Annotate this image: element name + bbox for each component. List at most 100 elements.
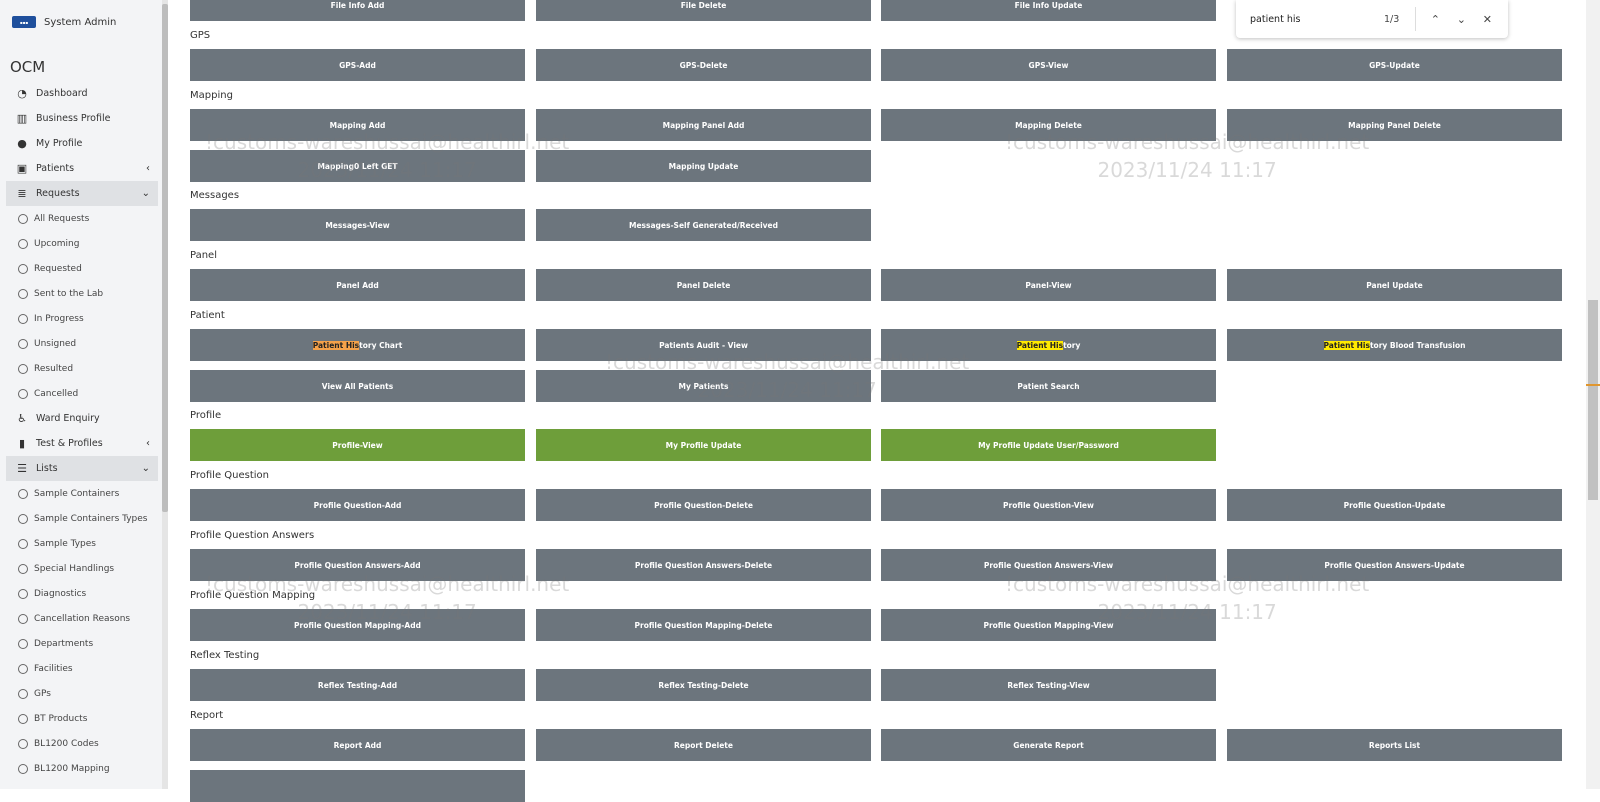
report-add-button[interactable]: Report Add bbox=[190, 729, 525, 761]
file-info-update-button[interactable]: File Info Update bbox=[881, 0, 1216, 21]
reflex-testing-view-button[interactable]: Reflex Testing-View bbox=[881, 669, 1216, 701]
sidebar-item-diagnostics[interactable]: Diagnostics bbox=[6, 581, 158, 606]
sidebar-item-label: Patients bbox=[36, 163, 75, 174]
button-label: GPS-Update bbox=[1369, 60, 1420, 70]
reports-list-button[interactable]: Reports List bbox=[1227, 729, 1562, 761]
sidebar-item-label: Departments bbox=[34, 638, 94, 649]
chevron-down-icon[interactable]: ⌄ bbox=[1448, 13, 1474, 26]
reflex-testing-add-button[interactable]: Reflex Testing-Add bbox=[190, 669, 525, 701]
sidebar-item-ward-enquiry[interactable]: ♿ Ward Enquiry bbox=[6, 406, 158, 431]
profile-question-update-button[interactable]: Profile Question-Update bbox=[1227, 489, 1562, 521]
view-all-patients-button[interactable]: View All Patients bbox=[190, 370, 525, 402]
permission-button[interactable] bbox=[190, 770, 525, 802]
gps-view-button[interactable]: GPS-View bbox=[881, 49, 1216, 81]
circle-icon bbox=[18, 713, 28, 724]
sidebar-item-patients[interactable]: ▣ Patients ‹ bbox=[6, 156, 158, 181]
sidebar-item-requests[interactable]: ≣ Requests ⌄ bbox=[6, 181, 158, 206]
sidebar-item-all-requests[interactable]: All Requests bbox=[6, 206, 158, 231]
sidebar-item-gps[interactable]: GPs bbox=[6, 681, 158, 706]
sidebar-item-resulted[interactable]: Resulted bbox=[6, 356, 158, 381]
sidebar-item-unsigned[interactable]: Unsigned bbox=[6, 331, 158, 356]
sidebar-scrollbar[interactable] bbox=[162, 0, 168, 789]
section-title-mapping: Mapping bbox=[190, 90, 233, 101]
sidebar-scroll-thumb[interactable] bbox=[162, 4, 168, 512]
page-scrollbar[interactable] bbox=[1586, 0, 1600, 789]
circle-icon bbox=[18, 388, 28, 399]
watermark: !customs-wareshussai@healthirl.net 2023/1… bbox=[205, 128, 569, 184]
watermark-email: !customs-wareshussai@healthirl.net bbox=[1005, 572, 1370, 596]
messages-self-generated-received-button[interactable]: Messages-Self Generated/Received bbox=[536, 209, 871, 241]
sidebar-item-departments[interactable]: Departments bbox=[6, 631, 158, 656]
profile-question-view-button[interactable]: Profile Question-View bbox=[881, 489, 1216, 521]
panel-update-button[interactable]: Panel Update bbox=[1227, 269, 1562, 301]
sidebar-item-bt-products[interactable]: BT Products bbox=[6, 706, 158, 731]
search-highlight: Patient His bbox=[312, 340, 360, 350]
circle-icon bbox=[18, 288, 28, 299]
report-delete-button[interactable]: Report Delete bbox=[536, 729, 871, 761]
sidebar-item-cancellation-reasons[interactable]: Cancellation Reasons bbox=[6, 606, 158, 631]
my-profile-update-user-password-button[interactable]: My Profile Update User/Password bbox=[881, 429, 1216, 461]
circle-icon bbox=[18, 663, 28, 674]
mapping-panel-add-button[interactable]: Mapping Panel Add bbox=[536, 109, 871, 141]
sidebar-item-requested[interactable]: Requested bbox=[6, 256, 158, 281]
button-label: File Info Add bbox=[330, 0, 385, 10]
gps-update-button[interactable]: GPS-Update bbox=[1227, 49, 1562, 81]
wheelchair-icon: ♿ bbox=[17, 412, 27, 425]
profile-question-delete-button[interactable]: Profile Question-Delete bbox=[536, 489, 871, 521]
file-info-add-button[interactable]: File Info Add bbox=[190, 0, 525, 21]
button-label: Report Add bbox=[333, 740, 382, 750]
panel-view-button[interactable]: Panel-View bbox=[881, 269, 1216, 301]
user-header[interactable]: ▪▪▪ System Admin bbox=[12, 16, 116, 28]
sidebar-item-cancelled[interactable]: Cancelled bbox=[6, 381, 158, 406]
gps-add-button[interactable]: GPS-Add bbox=[190, 49, 525, 81]
close-icon[interactable]: ✕ bbox=[1474, 13, 1500, 26]
sidebar-item-in-progress[interactable]: In Progress bbox=[6, 306, 158, 331]
button-label: Panel Update bbox=[1366, 280, 1423, 290]
sidebar-item-sample-containers[interactable]: Sample Containers bbox=[6, 481, 158, 506]
messages-view-button[interactable]: Messages-View bbox=[190, 209, 525, 241]
generate-report-button[interactable]: Generate Report bbox=[881, 729, 1216, 761]
sidebar-item-bl1200-mapping[interactable]: BL1200 Mapping bbox=[6, 756, 158, 781]
button-label: GPS-Delete bbox=[679, 60, 728, 70]
sidebar-item-bl1200-codes[interactable]: BL1200 Codes bbox=[6, 731, 158, 756]
profile-question-add-button[interactable]: Profile Question-Add bbox=[190, 489, 525, 521]
patient-history-chart-button[interactable]: Patient His tory Chart bbox=[190, 329, 525, 361]
button-label: Mapping Update bbox=[668, 161, 739, 171]
my-profile-update-button[interactable]: My Profile Update bbox=[536, 429, 871, 461]
gps-delete-button[interactable]: GPS-Delete bbox=[536, 49, 871, 81]
mapping-update-button[interactable]: Mapping Update bbox=[536, 150, 871, 182]
user-icon: ● bbox=[17, 137, 27, 150]
panel-delete-button[interactable]: Panel Delete bbox=[536, 269, 871, 301]
sidebar-item-sample-containers-types[interactable]: Sample Containers Types bbox=[6, 506, 158, 531]
file-delete-button[interactable]: File Delete bbox=[536, 0, 871, 21]
find-input[interactable]: patient his bbox=[1250, 14, 1380, 25]
reflex-testing-delete-button[interactable]: Reflex Testing-Delete bbox=[536, 669, 871, 701]
sidebar-item-test-profiles[interactable]: ▮ Test & Profiles ‹ bbox=[6, 431, 158, 456]
sidebar-item-label: BL1200 Codes bbox=[34, 738, 99, 749]
section-title-profile: Profile bbox=[190, 410, 222, 421]
sidebar-item-label: Diagnostics bbox=[34, 588, 87, 599]
chevron-left-icon: ‹ bbox=[146, 163, 150, 174]
page-scroll-thumb[interactable] bbox=[1588, 300, 1598, 500]
sidebar-item-sample-types[interactable]: Sample Types bbox=[6, 531, 158, 556]
sidebar-item-my-profile[interactable]: ● My Profile bbox=[6, 131, 158, 156]
sidebar-item-facilities[interactable]: Facilities bbox=[6, 656, 158, 681]
profile-view-button[interactable]: Profile-View bbox=[190, 429, 525, 461]
sidebar-item-label: GPs bbox=[34, 688, 51, 699]
sidebar-item-business-profile[interactable]: ▥ Business Profile bbox=[6, 106, 158, 131]
circle-icon bbox=[18, 588, 28, 599]
sidebar-item-sent-to-the-lab[interactable]: Sent to the Lab bbox=[6, 281, 158, 306]
sidebar-item-lists[interactable]: ☰ Lists ⌄ bbox=[6, 456, 158, 481]
patient-history-blood-transfusion-button[interactable]: Patient His tory Blood Transfusion bbox=[1227, 329, 1562, 361]
button-label: Profile Question Answers-Delete bbox=[634, 560, 773, 570]
sidebar-item-upcoming[interactable]: Upcoming bbox=[6, 231, 158, 256]
profile-question-answers-delete-button[interactable]: Profile Question Answers-Delete bbox=[536, 549, 871, 581]
chevron-up-icon[interactable]: ⌃ bbox=[1422, 13, 1448, 26]
section-title-reflex-testing: Reflex Testing bbox=[190, 650, 260, 661]
sidebar-item-special-handlings[interactable]: Special Handlings bbox=[6, 556, 158, 581]
profile-question-mapping-delete-button[interactable]: Profile Question Mapping-Delete bbox=[536, 609, 871, 641]
app-brand: OCM bbox=[10, 58, 46, 76]
sidebar-item-dashboard[interactable]: ◔ Dashboard bbox=[6, 81, 158, 106]
button-label: Report Delete bbox=[674, 740, 733, 750]
panel-add-button[interactable]: Panel Add bbox=[190, 269, 525, 301]
